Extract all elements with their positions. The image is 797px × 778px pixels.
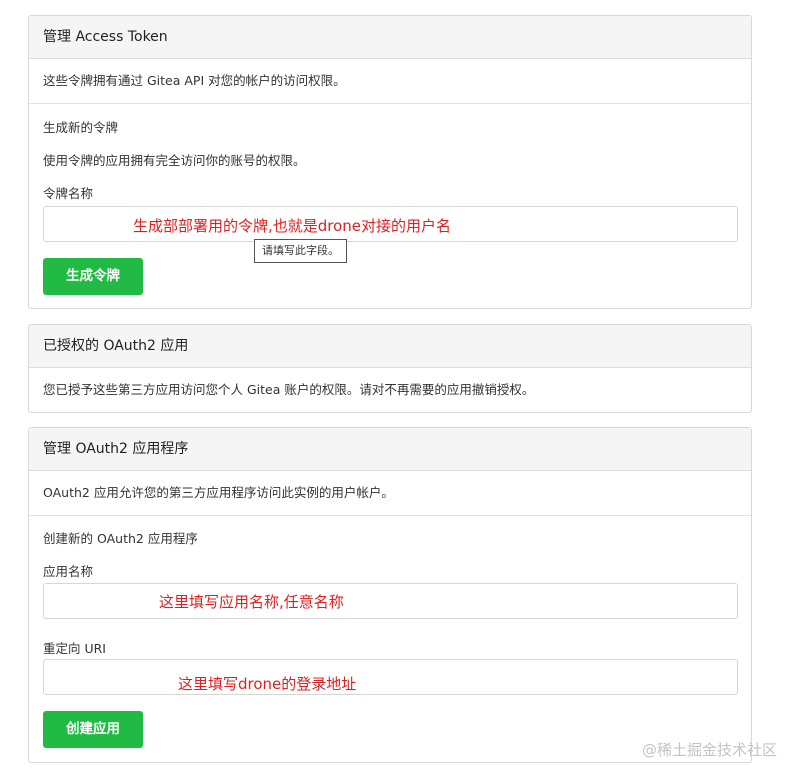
access-token-panel: 管理 Access Token 这些令牌拥有通过 Gitea API 对您的帐户… (28, 15, 752, 309)
generate-token-title: 生成新的令牌 (43, 120, 119, 135)
create-app-button[interactable]: 创建应用 (43, 711, 143, 748)
manage-oauth2-header: 管理 OAuth2 应用程序 (29, 428, 751, 471)
watermark: @稀土掘金技术社区 (641, 741, 777, 759)
required-field-tooltip: 请填写此字段。 (254, 239, 347, 263)
app-name-input[interactable] (43, 583, 738, 619)
generate-token-desc: 使用令牌的应用拥有完全访问你的账号的权限。 (43, 153, 306, 168)
manage-oauth2-panel: 管理 OAuth2 应用程序 OAuth2 应用允许您的第三方应用程序访问此实例… (28, 427, 752, 763)
generate-token-button[interactable]: 生成令牌 (43, 258, 143, 295)
create-oauth2-title: 创建新的 OAuth2 应用程序 (43, 531, 198, 546)
redirect-uri-label: 重定向 URI (43, 641, 106, 656)
token-name-annotation: 生成部部署用的令牌,也就是drone对接的用户名 (133, 217, 452, 235)
authorized-oauth2-description: 您已授予这些第三方应用访问您个人 Gitea 账户的权限。请对不再需要的应用撤销… (43, 382, 535, 397)
authorized-oauth2-panel: 已授权的 OAuth2 应用 您已授予这些第三方应用访问您个人 Gitea 账户… (28, 324, 752, 413)
redirect-uri-input[interactable] (43, 659, 738, 695)
app-name-label: 应用名称 (43, 564, 94, 579)
app-name-annotation: 这里填写应用名称,任意名称 (159, 593, 344, 611)
redirect-uri-annotation: 这里填写drone的登录地址 (178, 675, 357, 693)
token-name-label: 令牌名称 (43, 186, 94, 201)
access-token-description: 这些令牌拥有通过 Gitea API 对您的帐户的访问权限。 (29, 59, 751, 104)
authorized-oauth2-header: 已授权的 OAuth2 应用 (29, 325, 751, 368)
access-token-header: 管理 Access Token (29, 16, 751, 59)
manage-oauth2-description: OAuth2 应用允许您的第三方应用程序访问此实例的用户帐户。 (29, 471, 751, 516)
